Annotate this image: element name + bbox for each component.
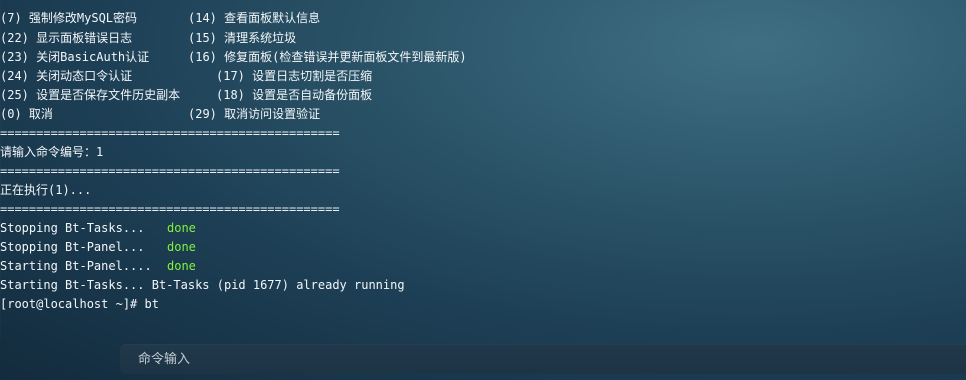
terminal-output: (7) 强制修改MySQL密码 (14) 查看面板默认信息 (22) 显示面板错… <box>0 0 966 340</box>
menu-option-24: (24) 关闭动态口令认证 <box>0 69 133 83</box>
status-line-stopping-tasks: Stopping Bt-Tasks... done <box>0 219 196 238</box>
status-done: done <box>167 240 196 254</box>
status-line-starting-panel: Starting Bt-Panel.... done <box>0 257 196 276</box>
menu-option-23: (23) 关闭BasicAuth认证 <box>0 50 150 64</box>
menu-row-2: (22) 显示面板错误日志 (15) 清理系统垃圾 <box>0 29 296 48</box>
status-label: Stopping Bt-Panel... <box>0 240 145 254</box>
status-label: Starting Bt-Panel.... <box>0 259 152 273</box>
already-running-line: Starting Bt-Tasks... Bt-Tasks (pid 1677)… <box>0 278 405 292</box>
input-prompt-line: 请输入命令编号：1 <box>0 145 104 159</box>
menu-row-4: (24) 关闭动态口令认证 (17) 设置日志切割是否压缩 <box>0 67 372 86</box>
status-done: done <box>167 259 196 273</box>
menu-option-25: (25) 设置是否保存文件历史副本 <box>0 88 181 102</box>
menu-option-16: (16) 修复面板(检查错误并更新面板文件到最新版) <box>188 50 467 64</box>
menu-option-15: (15) 清理系统垃圾 <box>188 31 297 45</box>
menu-option-17: (17) 设置日志切割是否压缩 <box>216 69 373 83</box>
executing-line: 正在执行(1)... <box>0 183 92 197</box>
menu-option-0: (0) 取消 <box>0 107 53 121</box>
menu-option-22: (22) 显示面板错误日志 <box>0 31 133 45</box>
separator-line-3: ========================================… <box>0 202 340 216</box>
menu-row-6: (0) 取消 (29) 取消访问设置验证 <box>0 105 320 124</box>
command-input-bar[interactable] <box>120 344 966 374</box>
menu-option-29: (29) 取消访问设置验证 <box>188 107 321 121</box>
command-input[interactable] <box>138 344 966 374</box>
menu-row-3: (23) 关闭BasicAuth认证 (16) 修复面板(检查错误并更新面板文件… <box>0 48 467 67</box>
menu-row-1: (7) 强制修改MySQL密码 (14) 查看面板默认信息 <box>0 9 320 28</box>
menu-option-7: (7) 强制修改MySQL密码 <box>0 11 138 25</box>
separator-line-2: ========================================… <box>0 164 340 178</box>
status-line-stopping-panel: Stopping Bt-Panel... done <box>0 238 196 257</box>
shell-prompt-line: [root@localhost ~]# bt <box>0 297 159 311</box>
status-label: Stopping Bt-Tasks... <box>0 221 145 235</box>
separator-line-1: ========================================… <box>0 126 340 140</box>
status-done: done <box>167 221 196 235</box>
menu-option-18: (18) 设置是否自动备份面板 <box>216 88 373 102</box>
menu-option-14: (14) 查看面板默认信息 <box>188 11 321 25</box>
menu-row-5: (25) 设置是否保存文件历史副本 (18) 设置是否自动备份面板 <box>0 86 372 105</box>
